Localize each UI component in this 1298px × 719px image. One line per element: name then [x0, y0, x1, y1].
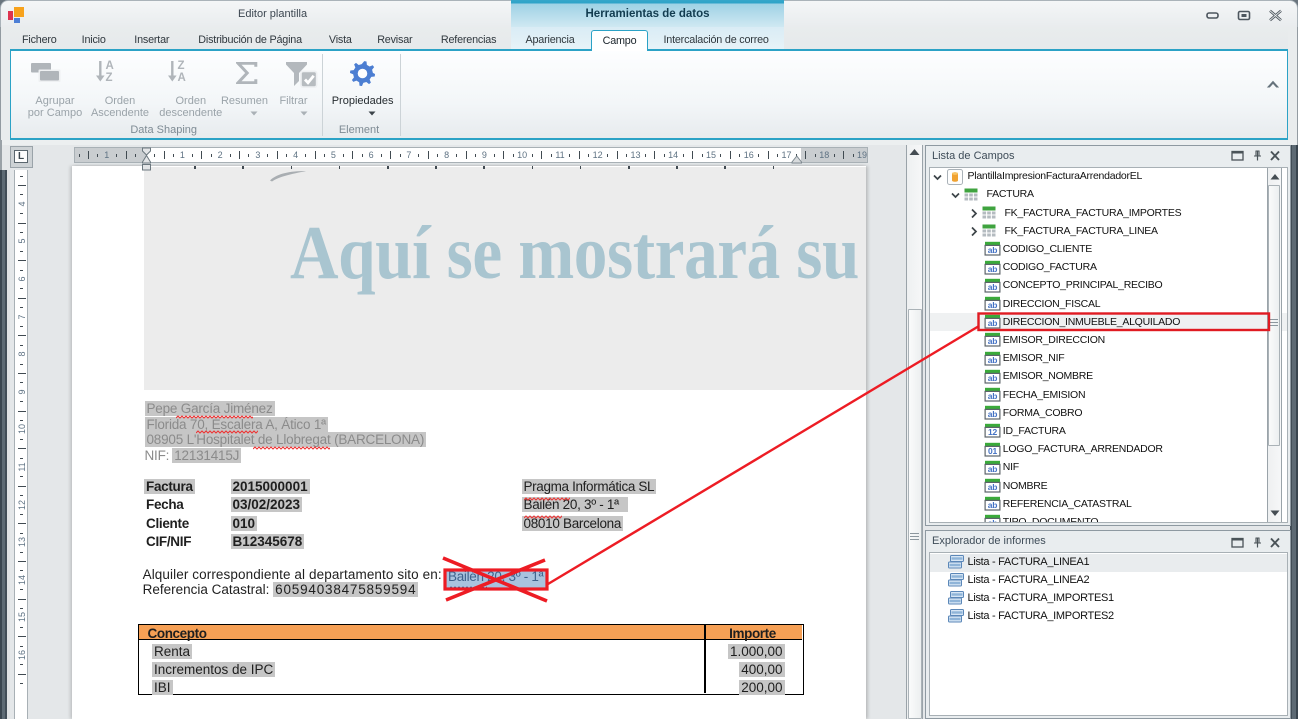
- svg-text:Z: Z: [106, 72, 113, 84]
- svg-text:A: A: [177, 72, 185, 84]
- svg-text:ab: ab: [987, 373, 996, 383]
- svg-text:ab: ab: [987, 518, 996, 523]
- svg-text:ab: ab: [987, 300, 996, 310]
- svg-text:ab: ab: [987, 500, 996, 510]
- svg-text:ab: ab: [987, 355, 996, 365]
- svg-text:ab: ab: [987, 409, 996, 419]
- svg-text:ab: ab: [987, 464, 996, 474]
- svg-text:ab: ab: [987, 336, 996, 346]
- svg-text:12: 12: [988, 427, 997, 437]
- svg-text:ab: ab: [987, 318, 996, 328]
- svg-text:ab: ab: [987, 245, 996, 255]
- svg-text:ab: ab: [987, 282, 996, 292]
- svg-text:ab: ab: [987, 264, 996, 274]
- svg-text:ab: ab: [987, 482, 996, 492]
- svg-text:01: 01: [988, 446, 997, 456]
- svg-text:A: A: [106, 60, 114, 72]
- svg-text:Z: Z: [177, 60, 184, 72]
- svg-text:ab: ab: [987, 391, 996, 401]
